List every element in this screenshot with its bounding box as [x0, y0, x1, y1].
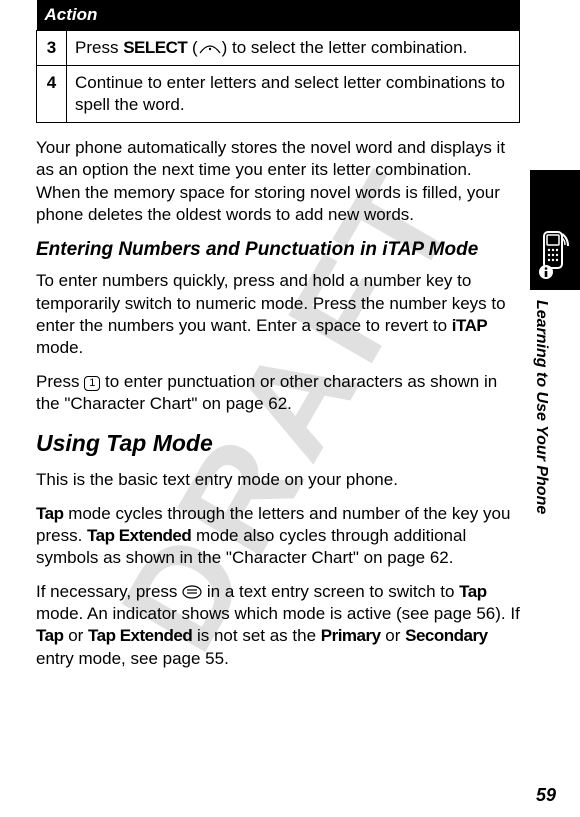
tap-label: Tap [459, 582, 486, 601]
side-tab: Learning to Use Your Phone [530, 170, 580, 560]
tap-extended-label: Tap Extended [88, 626, 192, 645]
select-label: SELECT [123, 38, 187, 57]
paragraph: Your phone automatically stores the nove… [36, 137, 520, 225]
step-number: 3 [37, 31, 67, 66]
action-table: Action 3 Press SELECT () to select the l… [36, 0, 520, 123]
paragraph: Tap mode cycles through the letters and … [36, 503, 520, 569]
side-tab-icon-box [530, 170, 580, 290]
action-table-header: Action [37, 0, 520, 31]
soft-key-icon [198, 43, 222, 55]
one-key-icon: 1 [84, 376, 100, 391]
step-text: Press SELECT () to select the letter com… [67, 31, 520, 66]
itap-label: iTAP [452, 316, 487, 335]
step-text: Continue to enter letters and select let… [67, 66, 520, 123]
primary-label: Primary [321, 626, 381, 645]
tap-label: Tap [36, 504, 63, 523]
paragraph: To enter numbers quickly, press and hold… [36, 270, 520, 358]
paragraph: Press 1 to enter punctuation or other ch… [36, 371, 520, 415]
tap-extended-label: Tap Extended [87, 526, 191, 545]
table-row: 3 Press SELECT () to select the letter c… [37, 31, 520, 66]
subheading: Entering Numbers and Punctuation in iTAP… [36, 238, 520, 263]
paragraph: This is the basic text entry mode on you… [36, 469, 520, 491]
page-content: Action 3 Press SELECT () to select the l… [0, 0, 580, 670]
tap-label: Tap [36, 626, 63, 645]
phone-info-icon [538, 230, 572, 280]
page-number: 59 [536, 784, 556, 807]
paragraph: If necessary, press in a text entry scre… [36, 581, 520, 669]
secondary-label: Secondary [405, 626, 487, 645]
section-heading: Using Tap Mode [36, 429, 520, 459]
section-side-label: Learning to Use Your Phone [530, 300, 551, 560]
menu-key-icon [182, 585, 202, 599]
table-row: 4 Continue to enter letters and select l… [37, 66, 520, 123]
step-number: 4 [37, 66, 67, 123]
